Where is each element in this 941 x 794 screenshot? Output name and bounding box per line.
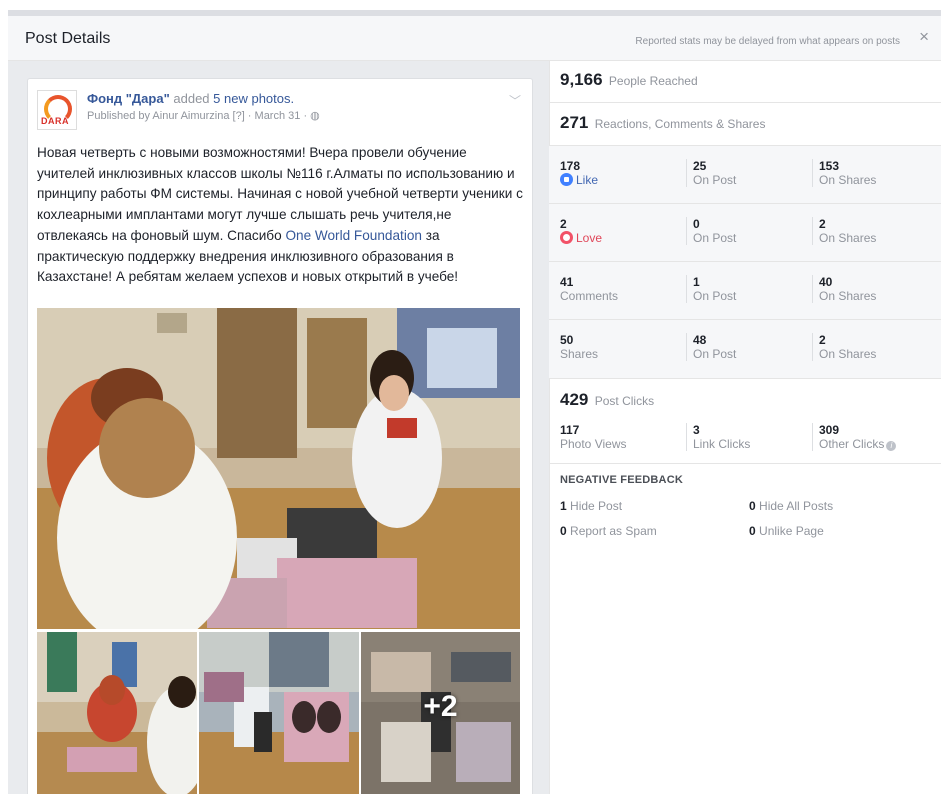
hide-post-stat: 1 Hide Post (560, 499, 622, 513)
link-clicks: 3 Link Clicks (686, 423, 750, 451)
clicks-label: Post Clicks (594, 394, 655, 408)
shares-on-post-count: 48 (693, 333, 707, 347)
love-icon (560, 231, 573, 244)
reactions-summary: 271 Reactions, Comments & Shares (560, 113, 765, 133)
divider (549, 463, 941, 464)
comments-label: Comments (560, 289, 619, 303)
like-label: Like (576, 173, 599, 187)
like-on-shares: 153 On Shares (812, 159, 876, 187)
love-on-post-count: 0 (693, 217, 700, 231)
love-on-shares: 2 On Shares (812, 217, 876, 245)
reach-value: 9,166 (560, 70, 603, 89)
like-on-post-count: 25 (693, 159, 707, 173)
comments-on-shares: 40 On Shares (812, 275, 876, 303)
post-message: Новая четверть с новыми возможностями! В… (37, 143, 525, 288)
like-on-shares-count: 153 (819, 159, 840, 173)
shares-on-post: 48 On Post (686, 333, 736, 361)
page-name-link[interactable]: Фонд "Дара" (87, 91, 170, 106)
one-world-foundation-link[interactable]: One World Foundation (285, 228, 422, 243)
like-count: 178 (560, 159, 581, 173)
post-text-part1: Новая четверть с новыми возможностями! В… (37, 145, 523, 243)
unlike-page-count: 0 (749, 524, 756, 538)
photo-views-label: Photo Views (560, 437, 627, 451)
globe-icon: ◍ (310, 110, 320, 122)
hide-post-label: Hide Post (570, 499, 623, 513)
hide-all-posts-label: Hide All Posts (759, 499, 834, 513)
page-avatar[interactable]: DARA (37, 90, 77, 130)
love-row: 2 Love 0 On Post 2 On Shares (549, 204, 941, 262)
reach-label: People Reached (608, 74, 698, 88)
link-clicks-label: Link Clicks (693, 437, 751, 451)
shares-total: 50 Shares (560, 333, 598, 361)
shares-on-shares-count: 2 (819, 333, 826, 347)
thumbnail-photo-2[interactable] (199, 632, 359, 794)
info-icon[interactable]: i (886, 441, 897, 451)
photo-views: 117 Photo Views (560, 423, 627, 451)
shares-on-shares: 2 On Shares (812, 333, 876, 361)
hide-all-posts-count: 0 (749, 499, 756, 513)
hide-post-count: 1 (560, 499, 567, 513)
divider (549, 102, 941, 103)
thumbnail-photo-3[interactable]: +2 (361, 632, 520, 794)
like-on-post: 25 On Post (686, 159, 736, 187)
report-spam-count: 0 (560, 524, 567, 538)
shares-row: 50 Shares 48 On Post 2 On Shares (549, 320, 941, 378)
love-count: 2 (560, 217, 567, 231)
reactions-value: 271 (560, 113, 589, 132)
close-icon[interactable]: × (919, 27, 929, 47)
like-row: 178 Like 25 On Post 153 On Shares (549, 146, 941, 204)
other-clicks: 309 Other Clicks i (812, 423, 897, 451)
photo-views-count: 117 (560, 423, 580, 437)
comments-count: 41 (560, 275, 574, 289)
like-icon (560, 173, 573, 186)
other-clicks-label: Other Clicks (819, 437, 885, 451)
clicks-value: 429 (560, 390, 589, 409)
comments-on-post: 1 On Post (686, 275, 736, 303)
post-clicks-summary: 429 Post Clicks (560, 390, 654, 410)
link-clicks-count: 3 (693, 423, 700, 437)
comments-row: 41 Comments 1 On Post 40 On Shares (549, 262, 941, 320)
avatar-logo-text: DARA (41, 116, 69, 126)
shares-on-post-label: On Post (693, 347, 737, 361)
comments-on-post-count: 1 (693, 275, 700, 289)
photos-link[interactable]: 5 new photos. (213, 91, 294, 106)
more-photos-count: +2 (423, 690, 458, 723)
reactions-label: Reactions, Comments & Shares (594, 117, 766, 131)
clicks-breakdown: 117 Photo Views 3 Link Clicks 309 Other … (549, 423, 941, 457)
post-header: Фонд "Дара" added 5 new photos. Publishe… (87, 91, 507, 122)
thumbnail-photo-1[interactable] (37, 632, 197, 794)
delay-note: Reported stats may be delayed from what … (635, 36, 900, 47)
main-photo[interactable] (37, 308, 520, 629)
shares-label: Shares (560, 347, 599, 361)
love-on-shares-label: On Shares (819, 231, 877, 245)
comments-on-shares-label: On Shares (819, 289, 877, 303)
like-on-post-label: On Post (693, 173, 737, 187)
love-total: 2 Love (560, 217, 602, 245)
post-verb: added (173, 91, 210, 106)
comments-on-post-label: On Post (693, 289, 737, 303)
unlike-page-stat: 0 Unlike Page (749, 524, 824, 538)
love-on-post-label: On Post (693, 231, 737, 245)
love-on-post: 0 On Post (686, 217, 736, 245)
shares-on-shares-label: On Shares (819, 347, 877, 361)
comments-total: 41 Comments (560, 275, 618, 303)
love-on-shares-count: 2 (819, 217, 826, 231)
other-clicks-count: 309 (819, 423, 840, 437)
negative-feedback-title: NEGATIVE FEEDBACK (560, 474, 683, 486)
like-total: 178 Like (560, 159, 598, 187)
report-spam-label: Report as Spam (570, 524, 657, 538)
love-label: Love (576, 231, 603, 245)
hide-all-posts-stat: 0 Hide All Posts (749, 499, 833, 513)
shares-count: 50 (560, 333, 574, 347)
chevron-down-icon[interactable]: ﹀ (509, 92, 521, 109)
dialog-title: Post Details (25, 30, 111, 47)
people-reached: 9,166 People Reached (560, 70, 698, 90)
comments-on-shares-count: 40 (819, 275, 833, 289)
like-on-shares-label: On Shares (819, 173, 877, 187)
published-line: Published by Ainur Aimurzina [?] · March… (87, 110, 311, 122)
dialog-header: Post Details Reported stats may be delay… (8, 16, 941, 61)
report-spam-stat: 0 Report as Spam (560, 524, 657, 538)
unlike-page-label: Unlike Page (759, 524, 824, 538)
